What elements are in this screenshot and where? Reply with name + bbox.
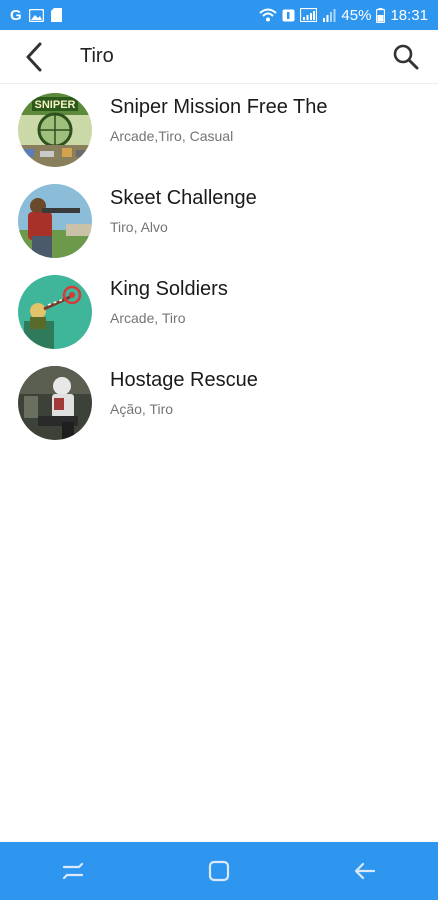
photos-icon — [28, 8, 44, 22]
result-categories: Tiro, Alvo — [110, 219, 168, 235]
list-item[interactable]: King Soldiers Arcade, Tiro — [0, 267, 438, 358]
status-bar: G 45% 18:31 — [0, 0, 438, 30]
thumb-text: SNIPER — [35, 99, 76, 111]
list-item[interactable]: Skeet Challenge Tiro, Alvo — [0, 176, 438, 267]
system-back-button[interactable] — [325, 842, 405, 900]
home-button[interactable] — [179, 842, 259, 900]
cell-signal-icon — [322, 8, 336, 22]
search-button[interactable] — [374, 30, 438, 84]
result-text: King Soldiers Arcade, Tiro — [110, 275, 228, 327]
wifi-icon — [259, 8, 278, 22]
king-soldiers-thumbnail — [18, 275, 92, 349]
result-categories: Arcade,Tiro, Casual — [110, 128, 234, 144]
skeet-challenge-thumbnail — [18, 184, 92, 258]
results-list: SNIPER Sniper Mission Free The Arcade,Ti… — [0, 85, 438, 449]
result-text: Hostage Rescue Ação, Tiro — [110, 366, 258, 418]
back-icon — [354, 862, 376, 880]
result-title: Skeet Challenge — [110, 187, 257, 209]
battery-percent: 45% — [341, 6, 372, 24]
google-icon: G — [10, 6, 22, 24]
status-left: G — [10, 7, 62, 24]
search-input[interactable] — [68, 45, 374, 68]
back-button[interactable] — [0, 30, 68, 84]
result-text: Skeet Challenge Tiro, Alvo — [110, 184, 257, 236]
list-item[interactable]: Hostage Rescue Ação, Tiro — [0, 358, 438, 449]
search-icon — [393, 44, 419, 69]
navigation-bar — [0, 842, 438, 900]
result-text: Sniper Mission Free The Arcade,Tiro, Cas… — [110, 93, 328, 145]
search-input-wrap — [68, 30, 374, 84]
battery-icon — [376, 7, 386, 23]
sniper-mission-thumbnail: SNIPER — [18, 93, 92, 167]
result-title: Sniper Mission Free The — [110, 96, 328, 118]
status-right: 45% 18:31 — [259, 7, 428, 24]
search-header — [0, 30, 438, 84]
list-item[interactable]: SNIPER Sniper Mission Free The Arcade,Ti… — [0, 85, 438, 176]
hostage-rescue-thumbnail — [18, 366, 92, 440]
signal-icon — [300, 8, 318, 22]
result-title: King Soldiers — [110, 278, 228, 300]
notification-icon — [282, 9, 295, 22]
status-time: 18:31 — [390, 6, 428, 24]
arrow-back-icon — [26, 42, 42, 71]
result-categories: Ação, Tiro — [110, 401, 174, 417]
sd-card-icon — [50, 8, 62, 22]
recent-apps-button[interactable] — [33, 842, 113, 900]
recent-apps-icon — [62, 862, 84, 880]
result-title: Hostage Rescue — [110, 369, 258, 391]
home-icon — [208, 860, 230, 882]
result-categories: Arcade, Tiro — [110, 310, 186, 326]
